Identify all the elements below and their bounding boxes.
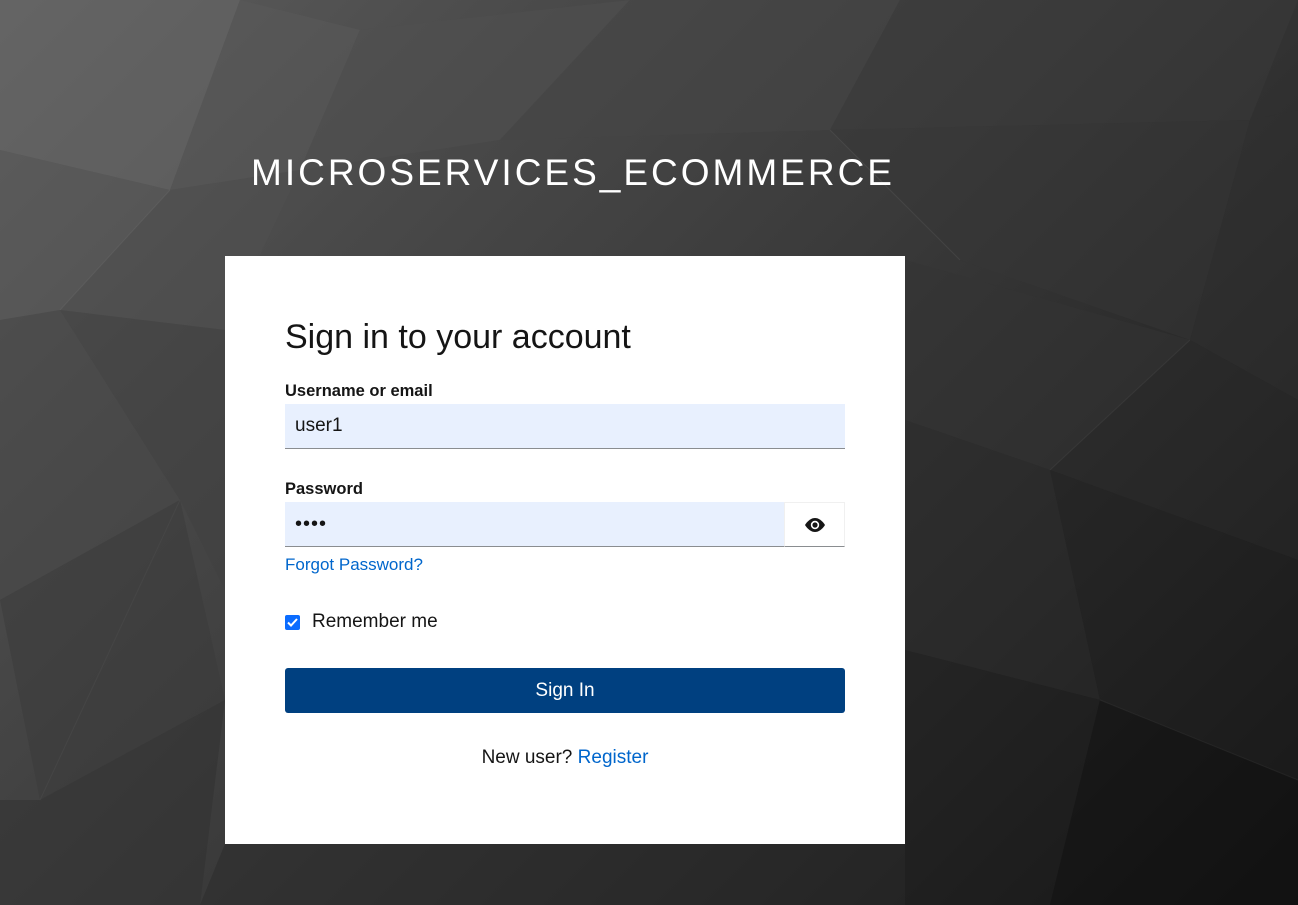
forgot-password-link[interactable]: Forgot Password? bbox=[285, 555, 423, 575]
remember-me-checkbox[interactable] bbox=[285, 615, 300, 630]
new-user-text: New user? bbox=[481, 747, 578, 768]
password-label: Password bbox=[285, 480, 363, 498]
remember-me-label[interactable]: Remember me bbox=[312, 611, 438, 633]
remember-me-row: Remember me bbox=[285, 611, 438, 633]
login-card: Sign in to your account Username or emai… bbox=[225, 256, 905, 844]
show-password-button[interactable] bbox=[784, 502, 845, 547]
username-input[interactable]: user1 bbox=[285, 404, 845, 449]
password-input[interactable]: •••• bbox=[285, 502, 784, 547]
username-label: Username or email bbox=[285, 382, 433, 400]
checkmark-icon bbox=[287, 618, 298, 627]
register-row: New user? Register bbox=[225, 747, 905, 769]
register-link[interactable]: Register bbox=[578, 747, 649, 768]
sign-in-button[interactable]: Sign In bbox=[285, 668, 845, 713]
page-title: Sign in to your account bbox=[285, 318, 631, 356]
brand-title: MICROSERVICES_ECOMMERCE bbox=[251, 152, 895, 193]
eye-icon bbox=[804, 517, 825, 532]
